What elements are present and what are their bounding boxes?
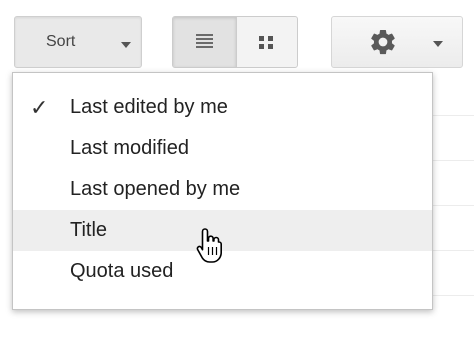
sort-button-label: Sort [46, 33, 76, 50]
background-divider [433, 205, 474, 206]
hand-cursor-icon [196, 228, 222, 263]
background-divider [433, 250, 474, 251]
gear-icon [371, 29, 395, 55]
sort-button[interactable]: Sort [14, 16, 142, 68]
view-toggle-group [172, 16, 298, 68]
background-divider [433, 160, 474, 161]
chevron-down-icon [433, 41, 443, 47]
grid-view-button[interactable] [236, 17, 297, 67]
menu-item-last-modified[interactable]: Last modified [13, 128, 432, 169]
list-view-icon [196, 34, 213, 48]
menu-item-label: Last edited by me [70, 96, 228, 118]
menu-item-label: Last modified [70, 137, 189, 159]
menu-item-label: Last opened by me [70, 178, 241, 200]
menu-item-last-opened-by-me[interactable]: Last opened by me [13, 169, 432, 210]
grid-view-icon [259, 36, 273, 49]
menu-item-label: Quota used [70, 260, 174, 282]
checkmark-icon: ✓ [30, 95, 49, 120]
screenshot-stage: Sort ✓ Last edited by me Last modified L… [0, 0, 474, 337]
sort-menu: ✓ Last edited by me Last modified Last o… [12, 72, 433, 310]
menu-item-last-edited-by-me[interactable]: ✓ Last edited by me [13, 87, 432, 128]
settings-button[interactable] [331, 16, 463, 68]
background-divider [433, 295, 474, 296]
chevron-down-icon [121, 42, 131, 48]
list-view-button[interactable] [173, 17, 237, 67]
menu-item-label: Title [70, 219, 108, 241]
background-divider [433, 115, 474, 116]
